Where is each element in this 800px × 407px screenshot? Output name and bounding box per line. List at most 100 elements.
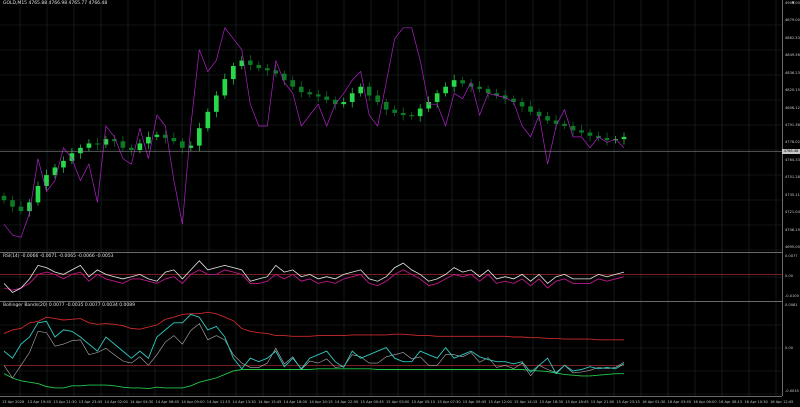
candle-body	[281, 73, 287, 81]
candle-body	[256, 64, 262, 69]
candle-body	[222, 79, 228, 96]
candle-body	[95, 143, 100, 145]
time-tick-label: 15 Apr 21:00	[590, 400, 615, 404]
price-tick-label: 4849.56	[785, 53, 800, 58]
bb-price-line	[3, 313, 625, 375]
bb-tick-label: -0.0035	[785, 389, 799, 393]
time-tick-label: 14 Apr 09:00	[181, 400, 205, 404]
price-axis[interactable]: 4900.00 4879.00 4862.33 4849.56 4836.23 4820.…	[782, 0, 800, 396]
rsi-tick-label: 0.00	[785, 274, 794, 278]
candle-body	[587, 132, 593, 136]
time-tick-label: 14 Apr 15:45	[258, 400, 282, 404]
candle-body	[375, 95, 381, 102]
time-tick-label: 15 Apr 14:15	[514, 400, 538, 404]
candle-body	[264, 68, 270, 71]
time-tick-label: 14 Apr 02:00	[104, 400, 128, 404]
rsi-indicator-chart[interactable]	[0, 253, 782, 301]
time-axis[interactable]: 13 Apr 2026 13 Apr 19:45 13 Apr 21:30 13 Ap…	[0, 396, 793, 407]
candle-body	[460, 80, 465, 84]
time-tick-label: 16 Apr 12:45	[770, 400, 794, 404]
bb-tick-label: 0.0081	[785, 303, 798, 307]
candle-body	[417, 108, 423, 117]
price-tick-label: 4735.11	[785, 192, 800, 197]
rsi-tick-label: 0.0077	[785, 254, 798, 258]
bb-upper-band	[3, 311, 624, 341]
candle-body	[129, 147, 134, 150]
candle-body	[307, 92, 313, 95]
candle-body	[349, 93, 355, 102]
price-tick-label: 4879.00	[785, 18, 800, 23]
price-tick-label: 4836.23	[785, 70, 800, 75]
candle-body	[604, 138, 610, 141]
candle-body	[61, 160, 66, 168]
price-tick-label: 4778.02	[785, 140, 800, 145]
candle-body	[230, 66, 236, 80]
time-tick-label: 15 Apr 03:00	[386, 400, 410, 404]
price-tick-label: 4721.04	[785, 210, 800, 215]
price-tick-label: 4791.36	[785, 123, 800, 127]
candle-body	[383, 102, 389, 110]
bollinger-indicator-pane[interactable]: Bollinger Bands(20) 0.0077 -0.0035 0.007…	[0, 302, 782, 397]
time-tick-label: 15 Apr 23:15	[616, 400, 640, 404]
candle-body	[570, 126, 576, 131]
time-tick-label: 13 Apr 2026	[2, 400, 25, 404]
time-tick-label: 15 Apr 12:00	[488, 400, 512, 404]
candle-body	[528, 106, 533, 112]
price-tick-label: 4862.33	[785, 35, 800, 40]
candle-body	[324, 96, 330, 100]
bollinger-indicator-chart[interactable]	[0, 302, 782, 396]
candle-body	[366, 86, 372, 96]
main-price-pane[interactable]: GOLD,M15 4765.88 4766.98 4765.77 4766.48	[0, 0, 782, 253]
bb-tick-label: 0.00	[785, 346, 794, 350]
candle-body	[358, 86, 364, 94]
time-tick-label: 13 Apr 21:30	[53, 400, 77, 404]
main-price-chart[interactable]	[0, 0, 782, 252]
candle-body	[545, 116, 550, 121]
overlay-series-line	[3, 27, 625, 238]
time-tick-label: 15 Apr 09:45	[462, 400, 487, 404]
candle-body	[86, 143, 92, 148]
price-tick-label: 4764.33	[785, 157, 800, 162]
time-tick-label: 16 Apr 10:30	[744, 400, 768, 404]
candle-body	[290, 80, 296, 87]
bollinger-pane-title: Bollinger Bands(20) 0.0077 -0.0035 0.007…	[3, 303, 135, 308]
time-tick-label: 16 Apr 08:15	[718, 400, 743, 404]
candle-body	[10, 200, 15, 207]
candle-body	[341, 102, 347, 105]
time-tick-label: 13 Apr 19:45	[27, 400, 52, 404]
time-tick-label: 14 Apr 04:30	[130, 400, 154, 404]
rsi-main-line	[3, 260, 625, 293]
time-tick-label: 16 Apr 03:45	[667, 400, 692, 404]
current-price-tag: 4766.48	[782, 149, 800, 155]
candle-body	[451, 80, 457, 87]
candle-body	[154, 134, 160, 137]
time-tick-label: 14 Apr 20:15	[309, 400, 333, 404]
candle-body	[146, 136, 151, 144]
candle-body	[621, 136, 627, 140]
time-tick-label: 14 Apr 18:00	[283, 400, 308, 404]
time-tick-label: 14 Apr 22:30	[334, 400, 359, 404]
candle-body	[180, 141, 185, 148]
candle-body	[298, 86, 304, 93]
candle-body	[120, 141, 126, 148]
rsi-pane-title: RSI(14) -0.0066 -0.0071 -0.0065 -0.0066 …	[3, 254, 114, 259]
candle-body	[197, 128, 202, 146]
candle-body	[562, 123, 567, 126]
time-tick-label: 15 Apr 07:30	[437, 400, 461, 404]
time-tick-label: 15 Apr 18:45	[565, 400, 589, 404]
candle-body	[171, 138, 177, 142]
rsi-tick-label: -0.0100	[785, 294, 799, 298]
candle-body	[315, 94, 321, 97]
candle-body	[443, 86, 448, 94]
chevron-down-icon[interactable]: ▾	[792, 1, 798, 6]
price-tick-label: 4820.15	[785, 88, 800, 93]
rsi-signal-line	[3, 269, 625, 291]
candle-body	[78, 147, 83, 154]
candle-body	[434, 93, 440, 102]
candle-body	[205, 111, 211, 129]
candle-body	[579, 130, 584, 133]
rsi-indicator-pane[interactable]: RSI(14) -0.0066 -0.0071 -0.0065 -0.0066 …	[0, 253, 782, 302]
candle-body	[213, 95, 219, 112]
candle-body	[392, 109, 398, 113]
price-tick-label: 4806.12	[785, 105, 800, 110]
